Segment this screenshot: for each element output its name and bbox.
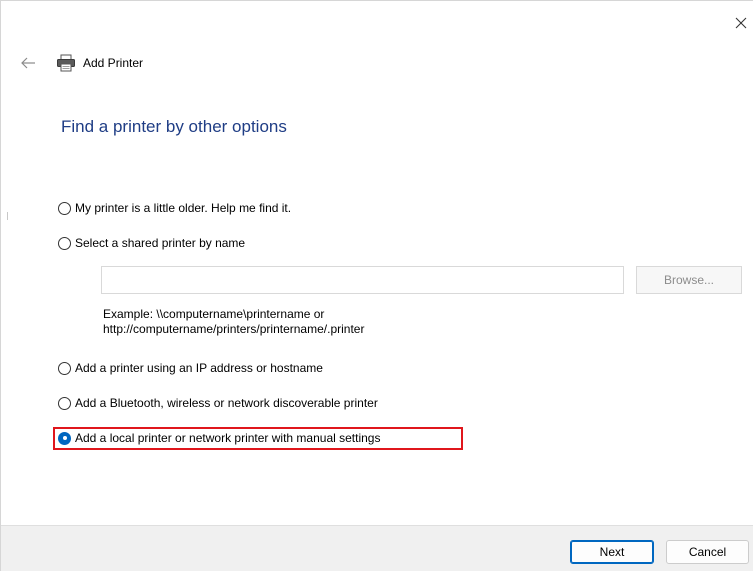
option-bluetooth-wireless[interactable]: Add a Bluetooth, wireless or network dis… [58, 394, 378, 412]
dialog-footer: Next Cancel [1, 525, 753, 571]
browse-button[interactable]: Browse... [636, 266, 742, 294]
radio-local-printer[interactable] [58, 431, 71, 445]
back-button[interactable] [19, 55, 39, 71]
close-icon [735, 17, 747, 29]
add-printer-window: Add Printer Find a printer by other opti… [0, 0, 753, 571]
window-edge-mark [7, 212, 8, 220]
shared-printer-example: Example: \\computername\printername or h… [103, 307, 364, 337]
option-label: Add a local printer or network printer w… [75, 431, 381, 445]
radio-ip-address[interactable] [58, 361, 71, 375]
option-label: Add a printer using an IP address or hos… [75, 361, 323, 375]
option-local-printer[interactable]: Add a local printer or network printer w… [58, 429, 380, 447]
window-title: Add Printer [83, 56, 144, 70]
radio-older-printer[interactable] [58, 201, 71, 215]
option-label: My printer is a little older. Help me fi… [75, 201, 292, 215]
option-label: Add a Bluetooth, wireless or network dis… [75, 396, 378, 410]
wizard-title: Add Printer [56, 53, 143, 73]
option-ip-address[interactable]: Add a printer using an IP address or hos… [58, 359, 323, 377]
radio-bluetooth-wireless[interactable] [58, 396, 71, 410]
printer-icon [57, 54, 75, 72]
next-button[interactable]: Next [570, 540, 654, 564]
option-older-printer[interactable]: My printer is a little older. Help me fi… [58, 199, 291, 217]
radio-shared-printer[interactable] [58, 236, 71, 250]
cancel-button[interactable]: Cancel [666, 540, 749, 564]
page-title: Find a printer by other options [61, 117, 287, 136]
back-arrow-icon [21, 57, 35, 69]
close-button[interactable] [731, 13, 751, 33]
shared-printer-name-input[interactable] [101, 266, 624, 294]
option-shared-printer[interactable]: Select a shared printer by name [58, 234, 245, 252]
example-line-1: Example: \\computername\printername or [103, 307, 325, 321]
option-label: Select a shared printer by name [75, 236, 246, 250]
example-line-2: http://computername/printers/printername… [103, 322, 365, 336]
